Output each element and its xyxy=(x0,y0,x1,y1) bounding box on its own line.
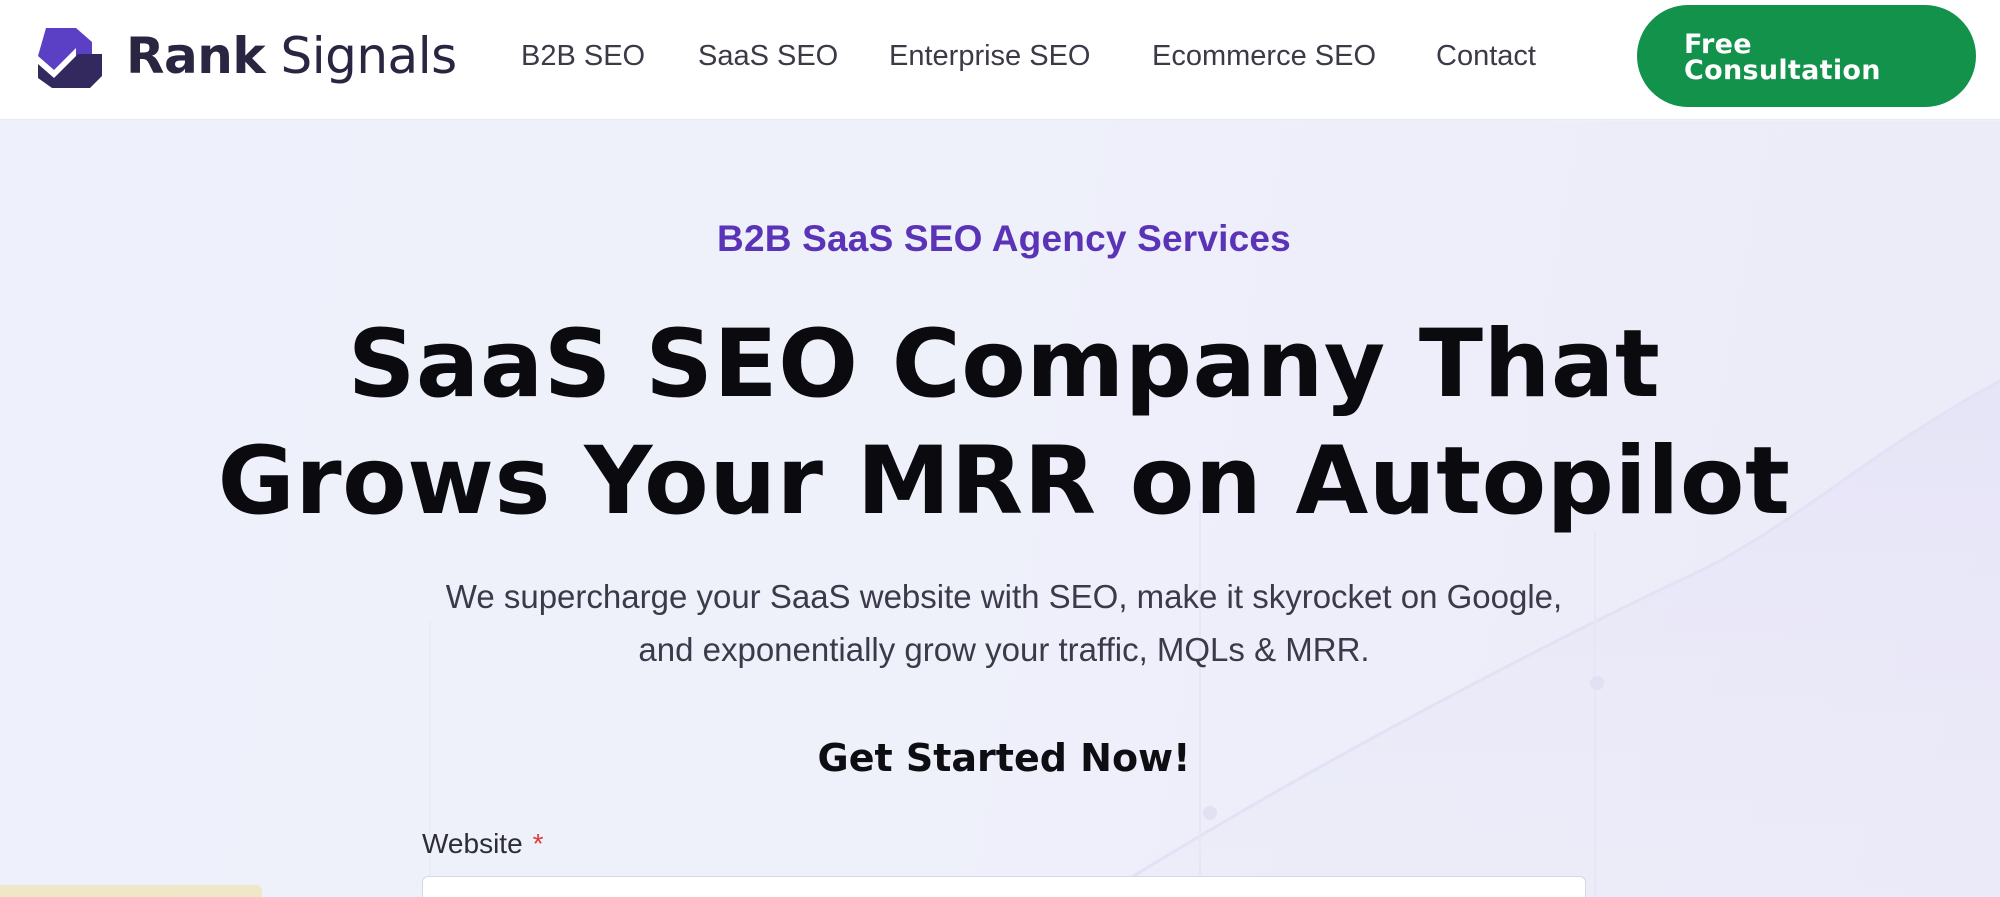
rank-signals-logo-icon xyxy=(38,28,102,88)
hero-title: SaaS SEO Company That Grows Your MRR on … xyxy=(0,306,2000,540)
form-heading: Get Started Now! xyxy=(817,736,1191,780)
hero-title-line-1: SaaS SEO Company That xyxy=(347,310,1661,419)
logo[interactable]: Rank Signals xyxy=(32,22,457,90)
hero-subtitle-line-1: We supercharge your SaaS website with SE… xyxy=(445,578,1563,615)
nav-enterprise-seo[interactable]: Enterprise SEO xyxy=(889,38,1090,74)
nav-b2b-seo[interactable]: B2B SEO xyxy=(521,38,645,74)
bottom-left-overlay xyxy=(0,885,262,897)
website-input[interactable] xyxy=(422,876,1586,897)
hero-subtitle-line-2: and exponentially grow your traffic, MQL… xyxy=(638,631,1370,668)
nav-ecommerce-seo[interactable]: Ecommerce SEO xyxy=(1152,38,1376,74)
website-field-label: Website * xyxy=(422,828,544,859)
nav-contact[interactable]: Contact xyxy=(1436,38,1536,74)
hero-eyebrow: B2B SaaS SEO Agency Services xyxy=(717,218,1291,259)
hero-subtitle: We supercharge your SaaS website with SE… xyxy=(0,570,2000,676)
logo-text: Rank Signals xyxy=(126,27,457,85)
nav-saas-seo[interactable]: SaaS SEO xyxy=(698,38,838,74)
required-asterisk: * xyxy=(532,828,544,859)
free-consultation-button[interactable]: Free Consultation xyxy=(1637,5,1976,107)
hero-title-line-2: Grows Your MRR on Autopilot xyxy=(217,427,1791,536)
site-header: Rank Signals B2B SEO SaaS SEO Enterprise… xyxy=(0,0,2000,120)
